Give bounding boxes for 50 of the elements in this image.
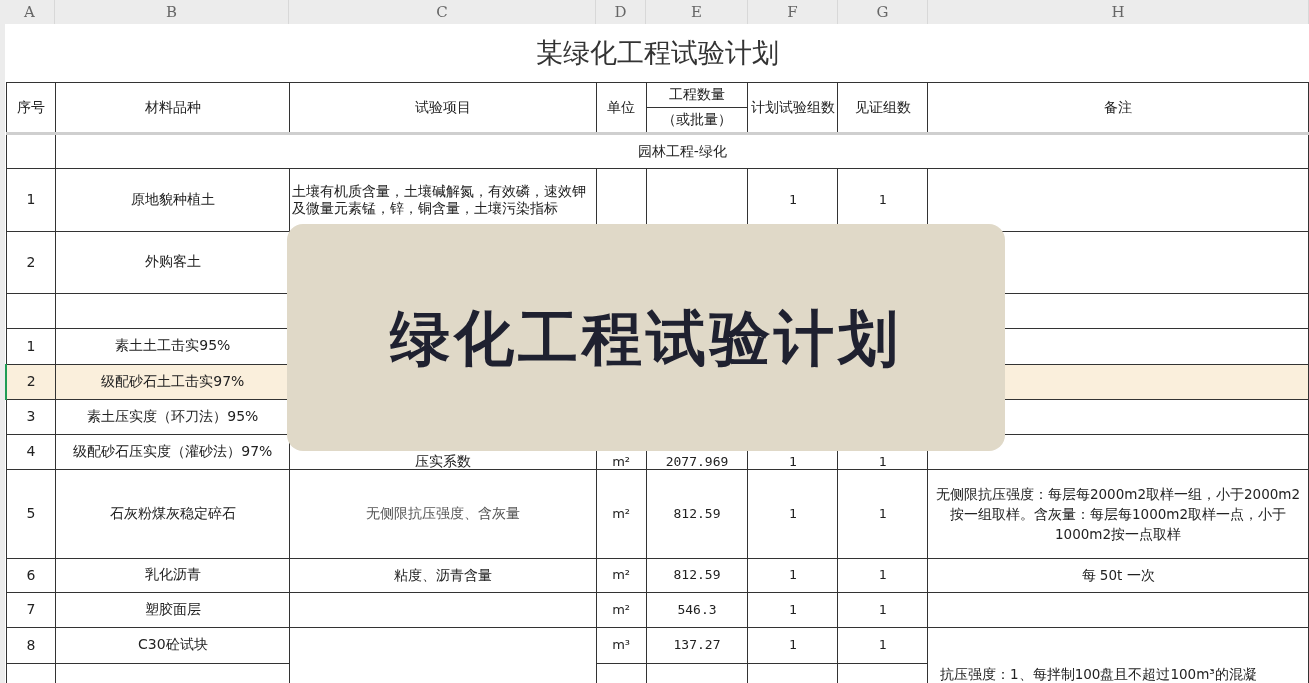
table-cell: 4 <box>6 434 56 469</box>
table-cell: 塑胶面层 <box>55 592 290 627</box>
table-cell: 1 <box>6 328 56 364</box>
column-header[interactable]: D <box>596 0 646 24</box>
column-header[interactable]: E <box>646 0 748 24</box>
table-cell: m² <box>596 558 647 592</box>
column-header[interactable]: C <box>289 0 596 24</box>
table-cell: 原地貌种植土 <box>55 168 290 231</box>
table-cell: 1 <box>837 592 928 627</box>
sheet-title: 某绿化工程试验计划 <box>535 36 779 68</box>
table-cell: 812.59 <box>646 558 748 592</box>
table-cell: 1 <box>6 168 56 231</box>
table-cell: 石灰粉煤灰稳定碎石 <box>55 469 290 558</box>
table-cell: 无侧限抗压强度：每层每2000m2取样一组，小于2000m2按一组取样。含灰量：每层每1000m2取样一点，小于1000m2按一点取样 <box>927 469 1309 558</box>
column-header[interactable]: B <box>55 0 289 24</box>
banner-title: 绿化工程试验计划 <box>390 301 902 375</box>
table-cell: 1 <box>837 627 928 663</box>
table-cell: 6 <box>6 558 56 592</box>
table-cell: 1 <box>837 558 928 592</box>
column-header[interactable]: H <box>928 0 1309 24</box>
table-cell: 1 <box>747 558 838 592</box>
column-header[interactable]: A <box>5 0 55 24</box>
table-cell: 序号 <box>6 82 56 133</box>
table-cell: 每 50t 一次 <box>927 558 1309 592</box>
table-cell: 2 <box>6 231 56 293</box>
table-cell: 无侧限抗压强度、含灰量 <box>289 469 597 558</box>
table-cell: 1 <box>747 592 838 627</box>
table-cell: m² <box>596 469 647 558</box>
table-cell: 乳化沥青 <box>55 558 290 592</box>
table-cell: C30砼试块 <box>55 627 290 663</box>
table-cell: 1 <box>747 627 838 663</box>
table-cell: 1 <box>837 469 928 558</box>
table-cell: 5 <box>6 469 56 558</box>
table-cell: 137.27 <box>646 627 748 663</box>
table-cell: 3 <box>6 399 56 434</box>
table-cell: 工程数量 <box>646 82 748 107</box>
table-cell: m³ <box>596 627 647 663</box>
table-cell: 计划试验组数 <box>747 82 838 133</box>
table-cell: 抗压强度：1、每拌制100盘且不超过100m³的混凝 <box>927 627 1309 683</box>
table-cell: 812.59 <box>646 469 748 558</box>
column-header[interactable]: F <box>748 0 838 24</box>
table-cell: 粘度、沥青含量 <box>289 558 597 592</box>
table-cell: m² <box>596 592 647 627</box>
table-cell: 园林工程-绿化 <box>55 133 1309 168</box>
table-cell: 2 <box>6 364 56 399</box>
table-cell: 546.3 <box>646 592 748 627</box>
table-cell: 8 <box>6 627 56 663</box>
table-cell: 7 <box>6 592 56 627</box>
table-cell: 1 <box>747 469 838 558</box>
column-header[interactable]: G <box>838 0 928 24</box>
